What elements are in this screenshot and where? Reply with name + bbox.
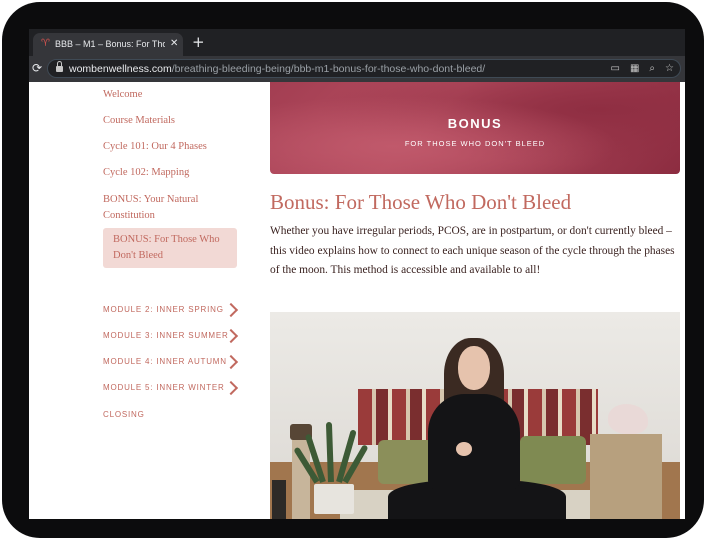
video-person-face <box>458 346 490 390</box>
sidebar-item-course-materials[interactable]: Course Materials <box>103 113 235 129</box>
url-text: wombenwellness.com/breathing-bleeding-be… <box>69 62 485 76</box>
close-icon[interactable]: ✕ <box>170 37 178 51</box>
url-path: /breathing-bleeding-being/bbb-m1-bonus-f… <box>171 63 486 75</box>
screen: ♈ BBB – M1 – Bonus: For Those V ✕ + ⟳ wo… <box>29 29 685 519</box>
video-person-hands <box>456 442 472 456</box>
video-person-body <box>428 394 520 490</box>
page-title: Bonus: For Those Who Don't Bleed <box>270 190 572 214</box>
address-bar: ⟳ wombenwellness.com/breathing-bleeding-… <box>29 56 685 82</box>
cast-icon[interactable]: ▭ <box>611 62 620 76</box>
video-player[interactable] <box>270 312 680 519</box>
new-tab-button[interactable]: + <box>192 34 205 50</box>
bookmark-star-icon[interactable]: ☆ <box>665 62 674 76</box>
course-sidebar: Welcome Course Materials Cycle 101: Our … <box>29 82 259 519</box>
video-plant <box>293 412 369 492</box>
video-lamp-stand <box>292 434 310 519</box>
url-input[interactable]: wombenwellness.com/breathing-bleeding-be… <box>47 59 681 78</box>
sidebar-module-2[interactable]: MODULE 2: INNER SPRING <box>103 304 235 316</box>
lock-icon <box>56 61 63 72</box>
lesson-main: BONUS FOR THOSE WHO DON'T BLEED Bonus: F… <box>270 82 680 519</box>
banner-subtitle: FOR THOSE WHO DON'T BLEED <box>404 139 546 148</box>
sidebar-module-4[interactable]: MODULE 4: INNER AUTUMN <box>103 356 235 368</box>
url-host: wombenwellness.com <box>69 63 172 75</box>
sidebar-module-5[interactable]: MODULE 5: INNER WINTER <box>103 382 235 394</box>
video-shell <box>608 404 648 434</box>
tablet-bezel: ♈ BBB – M1 – Bonus: For Those V ✕ + ⟳ wo… <box>2 2 704 538</box>
page-content: Welcome Course Materials Cycle 101: Our … <box>29 82 685 519</box>
omnibox-actions: ▭ ▦ ⌕ ☆ <box>611 62 674 76</box>
video-pillow-right <box>520 436 586 484</box>
sidebar-module-3[interactable]: MODULE 3: INNER SUMMER <box>103 330 235 342</box>
video-side-table <box>590 434 662 519</box>
sidebar-item-welcome[interactable]: Welcome <box>103 87 235 103</box>
lesson-description: Whether you have irregular periods, PCOS… <box>270 225 675 276</box>
reload-icon[interactable]: ⟳ <box>32 61 42 75</box>
browser-tab[interactable]: ♈ BBB – M1 – Bonus: For Those V ✕ <box>33 33 183 56</box>
sidebar-item-bonus-constitution[interactable]: BONUS: Your Natural Constitution <box>103 192 221 224</box>
qr-code-icon[interactable]: ▦ <box>630 62 639 76</box>
sidebar-closing[interactable]: CLOSING <box>103 409 235 421</box>
banner-title: BONUS <box>447 116 503 131</box>
video-candle <box>272 480 286 519</box>
tab-title: BBB – M1 – Bonus: For Those V <box>55 39 165 49</box>
browser-tab-bar: ♈ BBB – M1 – Bonus: For Those V ✕ + <box>29 29 685 56</box>
sidebar-item-bonus-dont-bleed[interactable]: BONUS: For Those Who Don't Bleed <box>103 228 237 268</box>
zoom-icon[interactable]: ⌕ <box>649 62 655 76</box>
sidebar-item-cycle-102[interactable]: Cycle 102: Mapping <box>103 165 235 181</box>
video-plant-pot <box>314 484 354 514</box>
bonus-banner: BONUS FOR THOSE WHO DON'T BLEED <box>270 82 680 174</box>
sidebar-item-cycle-101[interactable]: Cycle 101: Our 4 Phases <box>103 139 235 155</box>
favicon-icon: ♈ <box>41 38 50 49</box>
